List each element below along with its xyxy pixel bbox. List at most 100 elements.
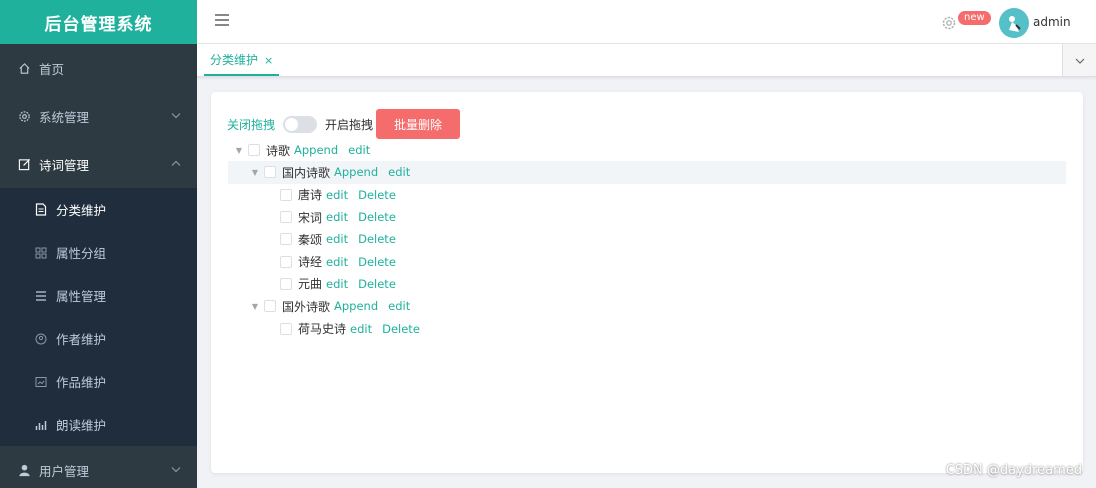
user-icon: [17, 463, 31, 477]
tabs-bar: 分类维护 ×: [197, 44, 1096, 77]
sidebar-item-label: 朗读维护: [56, 418, 107, 433]
append-link[interactable]: Append: [334, 299, 378, 313]
sidebar-item-label: 系统管理: [39, 109, 90, 125]
node-label: 国外诗歌: [282, 299, 331, 314]
sidebar-item-author[interactable]: 作者维护: [0, 317, 197, 360]
sidebar-item-label: 属性分组: [56, 246, 107, 261]
username[interactable]: admin: [1033, 15, 1071, 29]
tree-node[interactable]: ▼ 诗歌 Append edit: [228, 139, 1066, 161]
tab-label: 分类维护: [210, 53, 259, 67]
person-circle-icon: [34, 332, 48, 346]
list-icon: [34, 289, 48, 303]
caret-down-icon[interactable]: ▼: [250, 167, 260, 177]
delete-link[interactable]: Delete: [358, 188, 396, 202]
home-icon: [17, 61, 31, 75]
chevron-down-icon: [171, 111, 181, 122]
edit-link[interactable]: edit: [326, 255, 348, 269]
delete-link[interactable]: Delete: [358, 232, 396, 246]
avatar[interactable]: [999, 8, 1029, 38]
sidebar-item-works[interactable]: 作品维护: [0, 360, 197, 403]
node-checkbox[interactable]: [280, 211, 292, 224]
chevron-down-icon: [171, 465, 181, 476]
node-label: 诗经: [298, 255, 323, 270]
poetry-submenu: 分类维护 属性分组 属性管理 作者维护 作品维护 朗读维护: [0, 188, 197, 446]
sidebar-item-label: 作者维护: [56, 332, 107, 347]
caret-down-icon[interactable]: ▼: [234, 145, 244, 155]
sidebar-item-system[interactable]: 系统管理: [0, 92, 197, 140]
edit-link[interactable]: edit: [326, 188, 348, 202]
document-icon: [34, 203, 48, 217]
sidebar-item-attr-manage[interactable]: 属性管理: [0, 274, 197, 317]
node-checkbox[interactable]: [280, 277, 292, 290]
edit-link[interactable]: edit: [350, 322, 372, 336]
toolbar: 关闭拖拽 开启拖拽 批量删除: [227, 109, 461, 139]
node-checkbox[interactable]: [280, 233, 292, 246]
tree-node[interactable]: 元曲 edit Delete: [228, 273, 1066, 295]
tabs-dropdown-button[interactable]: [1062, 44, 1096, 76]
node-checkbox[interactable]: [264, 166, 276, 179]
edit-link[interactable]: edit: [326, 210, 348, 224]
edit-link[interactable]: edit: [326, 232, 348, 246]
node-checkbox[interactable]: [280, 188, 292, 201]
append-link[interactable]: Append: [334, 165, 378, 179]
close-icon[interactable]: ×: [264, 54, 273, 67]
drag-off-label[interactable]: 关闭拖拽: [227, 116, 275, 133]
picture-icon: [34, 375, 48, 389]
node-label: 秦颂: [298, 232, 323, 247]
node-checkbox[interactable]: [264, 300, 276, 313]
sidebar-item-label: 属性管理: [56, 289, 107, 304]
tab-category[interactable]: 分类维护 ×: [204, 44, 280, 76]
node-checkbox[interactable]: [248, 144, 260, 157]
node-label: 元曲: [298, 277, 323, 292]
gear-icon: [17, 109, 31, 123]
sidebar-item-home[interactable]: 首页: [0, 44, 197, 92]
menu-toggle-icon[interactable]: [215, 14, 229, 28]
main-card: 关闭拖拽 开启拖拽 批量删除 ▼ 诗歌 Append edit ▼ 国内诗歌 A…: [211, 92, 1083, 473]
drag-toggle-switch[interactable]: [283, 115, 318, 133]
edit-icon: [17, 157, 31, 171]
sidebar-item-label: 首页: [39, 61, 65, 77]
chevron-down-icon: [1075, 54, 1085, 67]
settings-gear-icon[interactable]: [941, 15, 957, 31]
sidebar-item-category[interactable]: 分类维护: [0, 188, 197, 231]
sidebar: 后台管理系统 首页 系统管理 诗词管理 分类维护 属性分组 属性管理 作者维护 …: [0, 0, 197, 488]
delete-link[interactable]: Delete: [358, 255, 396, 269]
delete-link[interactable]: Delete: [358, 210, 396, 224]
caret-down-icon[interactable]: ▼: [250, 301, 260, 311]
tree-node[interactable]: 荷马史诗 edit Delete: [228, 317, 1066, 339]
tree-node[interactable]: 宋词 edit Delete: [228, 206, 1066, 228]
edit-link[interactable]: edit: [388, 165, 410, 179]
top-header: new admin: [197, 0, 1096, 44]
bar-chart-icon: [34, 418, 48, 432]
tree-node[interactable]: 唐诗 edit Delete: [228, 184, 1066, 206]
edit-link[interactable]: edit: [388, 299, 410, 313]
drag-on-label[interactable]: 开启拖拽: [325, 116, 373, 133]
tree-node[interactable]: 诗经 edit Delete: [228, 250, 1066, 272]
category-tree: ▼ 诗歌 Append edit ▼ 国内诗歌 Append edit 唐诗 e…: [228, 139, 1066, 340]
sidebar-item-attr-group[interactable]: 属性分组: [0, 231, 197, 274]
sidebar-item-label: 诗词管理: [39, 157, 90, 173]
tree-node[interactable]: 秦颂 edit Delete: [228, 228, 1066, 250]
edit-link[interactable]: edit: [348, 143, 370, 157]
delete-link[interactable]: Delete: [358, 277, 396, 291]
node-label: 宋词: [298, 210, 323, 225]
sidebar-item-poetry[interactable]: 诗词管理: [0, 140, 197, 188]
sidebar-item-label: 分类维护: [56, 203, 107, 218]
sidebar-item-reading[interactable]: 朗读维护: [0, 403, 197, 446]
app-logo-title: 后台管理系统: [0, 0, 197, 44]
node-checkbox[interactable]: [280, 255, 292, 268]
batch-delete-button[interactable]: 批量删除: [376, 109, 461, 139]
grid-icon: [34, 246, 48, 260]
delete-link[interactable]: Delete: [382, 322, 420, 336]
node-checkbox[interactable]: [280, 322, 292, 335]
node-label: 国内诗歌: [282, 165, 331, 180]
chevron-up-icon: [171, 159, 181, 170]
new-badge: new: [957, 10, 992, 26]
sidebar-item-label: 用户管理: [39, 463, 90, 479]
append-link[interactable]: Append: [294, 143, 338, 157]
edit-link[interactable]: edit: [326, 277, 348, 291]
tree-node[interactable]: ▼ 国外诗歌 Append edit: [228, 295, 1066, 317]
tree-node[interactable]: ▼ 国内诗歌 Append edit: [228, 161, 1066, 184]
sidebar-item-users[interactable]: 用户管理: [0, 446, 197, 488]
node-label: 诗歌: [266, 143, 291, 158]
